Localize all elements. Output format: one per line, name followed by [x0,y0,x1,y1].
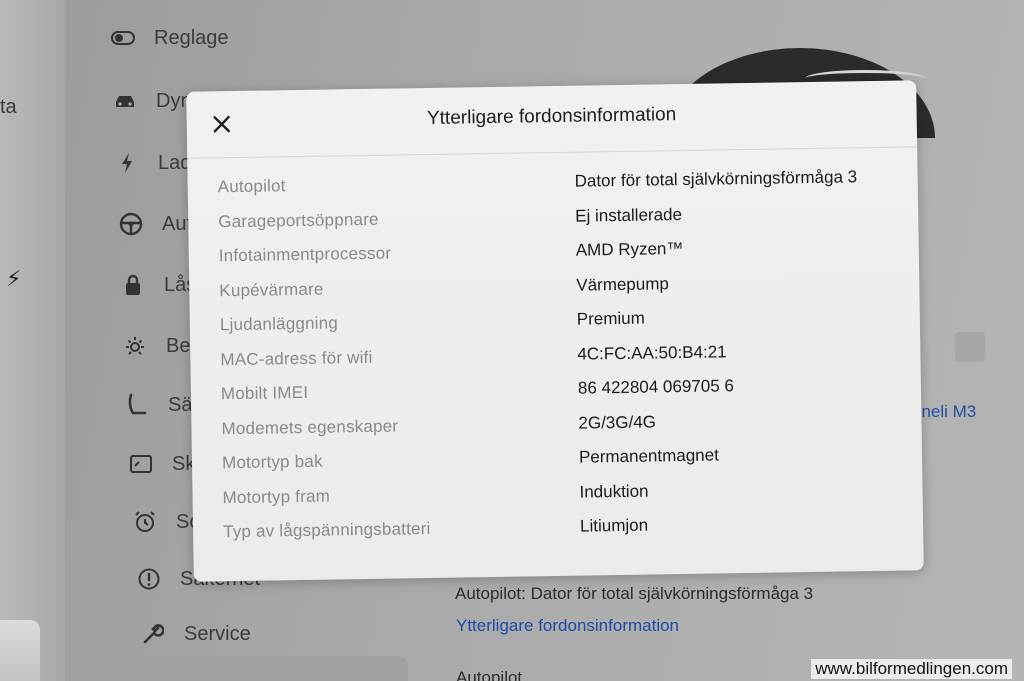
info-label: Autopilot [217,176,286,197]
seat-icon [124,392,150,418]
dialog-header: Ytterligare fordonsinformation [186,80,918,159]
info-value: Ej installerade [575,204,683,226]
left-panel-fragment: ta [0,96,17,118]
info-label: Ljudanläggning [219,313,339,335]
bolt-icon [114,150,140,176]
info-value: 86 422804 069705 6 [577,376,735,398]
alert-circle-icon [136,566,162,592]
info-value: Värmepump [576,273,670,295]
steering-wheel-icon [118,211,144,237]
sidebar-item-belysning[interactable]: Bel [122,333,195,359]
info-label: Kupévärmare [219,279,324,300]
screen-icon [128,451,154,477]
left-panel: ta ⚡ [0,0,66,681]
sidebar-item-dynamik[interactable]: Dyn [112,88,192,114]
sidebar-item-label: Service [184,622,251,645]
info-label: Motortyp bak [221,451,323,473]
info-value: AMD Ryzen™ [575,238,684,260]
dialog-title: Ytterligare fordonsinformation [426,104,677,129]
info-value: Litiumjon [579,515,649,536]
info-value: Permanentmagnet [578,445,719,467]
sidebar-item-laddning[interactable]: Lad [114,150,191,176]
sidebar-item-label: Reglage [154,26,229,49]
car-icon [112,88,138,114]
info-value: Dator för total självkörningsförmåga 3 [574,167,858,191]
info-value: 2G/3G/4G [578,411,657,433]
info-value: Induktion [579,481,649,502]
info-label: Modemets egenskaper [221,415,399,438]
vehicle-info-dialog: Ytterligare fordonsinformation Autopilot… [186,80,924,582]
info-value: Premium [576,308,645,329]
left-panel-card [0,620,40,681]
toggle-icon [110,25,136,51]
info-value: 4C:FC:AA:50:B4:21 [577,341,727,364]
autopilot-section-heading: Autopilot [456,668,523,681]
more-vehicle-info-link: Ytterligare fordonsinformation [456,616,680,635]
sidebar-bottom-card [128,656,408,681]
watermark: www.bilformedlingen.com [811,659,1012,679]
charging-bolt-icon: ⚡ [6,266,22,291]
alarm-clock-icon [132,509,158,535]
info-label: Typ av lågspänningsbatteri [222,518,431,542]
info-label: Motortyp fram [222,486,331,507]
sidebar-item-reglage[interactable]: Reglage [110,25,229,51]
light-icon [122,333,148,359]
info-label: Mobilt IMEI [220,382,309,404]
sidebar-item-las[interactable]: Lås [120,272,196,298]
info-label: Infotainmentprocessor [218,243,392,266]
autopilot-summary-text: Autopilot: Dator för total självkörnings… [455,584,814,603]
wrench-icon [140,621,166,647]
vehicle-name-link: nneli M3 [912,402,977,421]
sidebar-item-service[interactable]: Service [140,621,251,647]
background-checkbox [955,332,985,362]
lock-icon [120,272,146,298]
car-screen: ta ⚡ Reglage Dyn Lad Aut Lås Bel Sät Skä… [0,0,1024,681]
vehicle-info-list: Autopilot Dator för total självkörningsf… [218,166,914,556]
info-label: Garageportsöppnare [218,209,379,231]
sidebar-item-autopilot[interactable]: Aut [118,211,192,237]
info-label: MAC-adress för wifi [220,347,373,369]
sidebar-item-saten[interactable]: Sät [124,392,198,418]
